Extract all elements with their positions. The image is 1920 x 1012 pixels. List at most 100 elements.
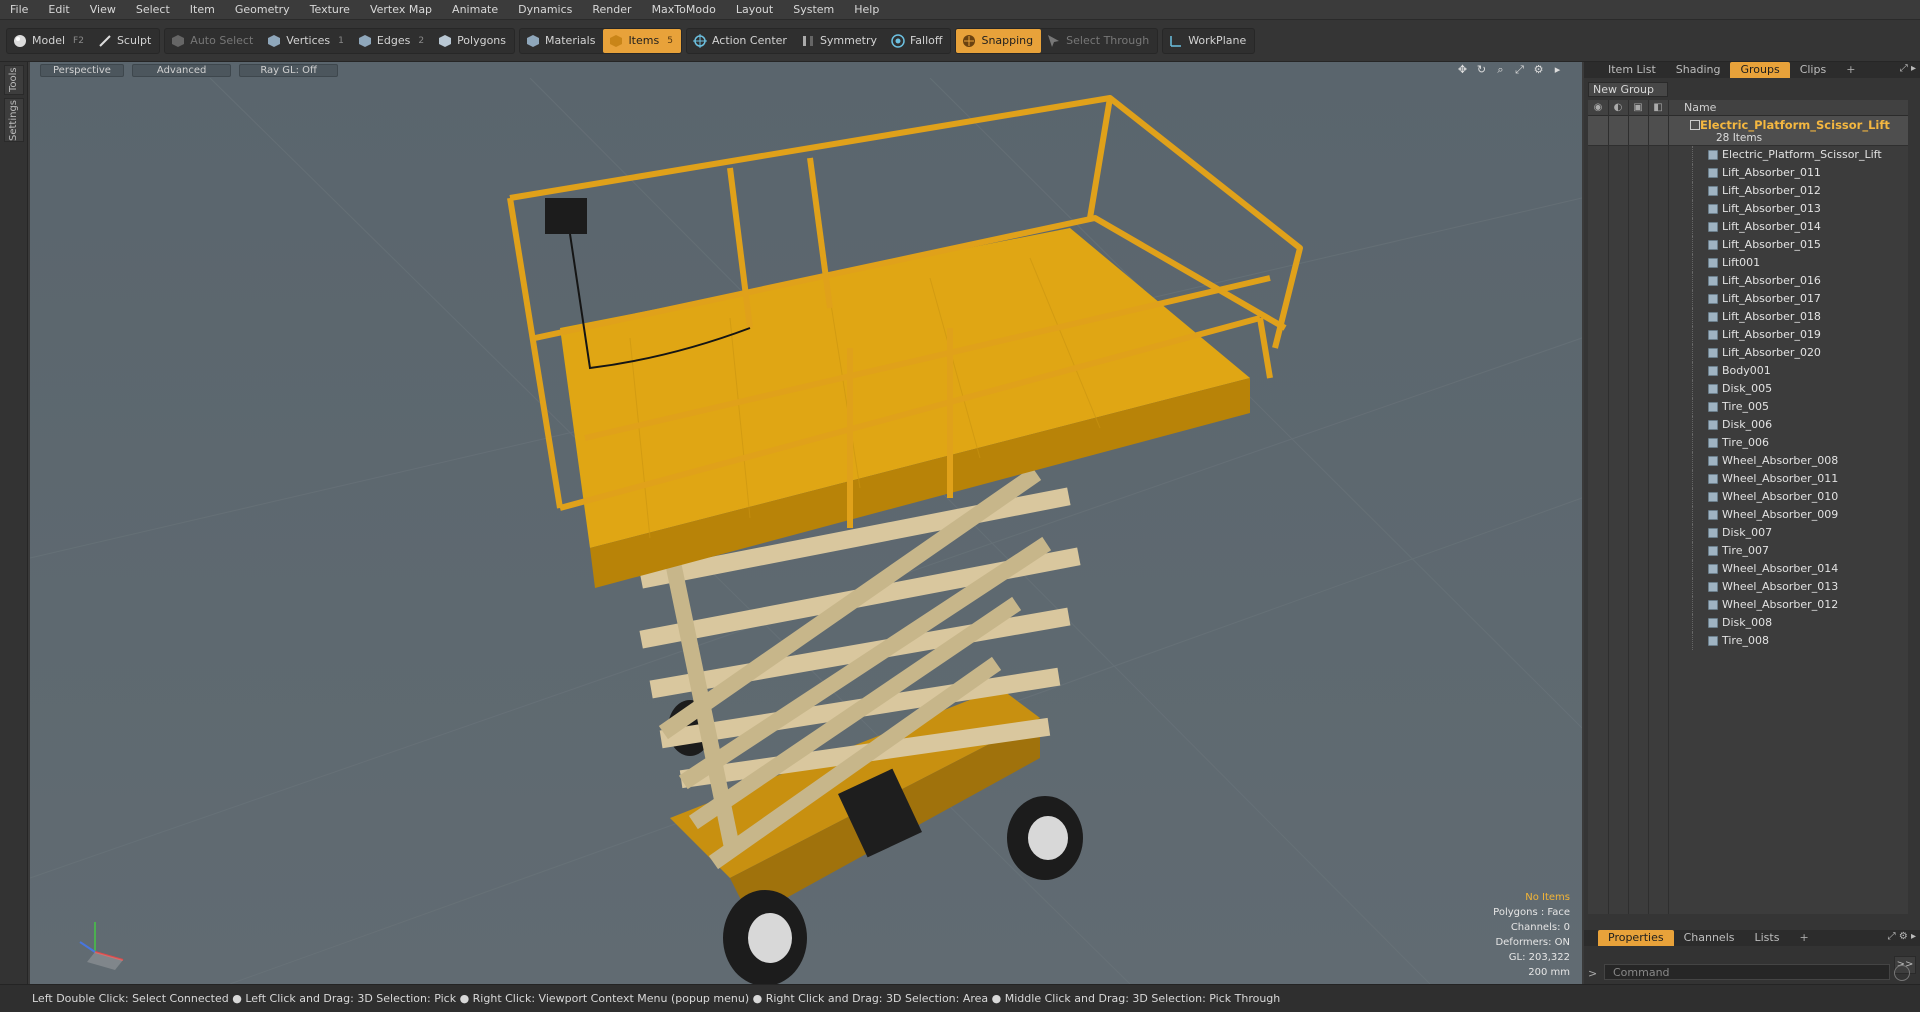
list-item[interactable]: Tire_008 xyxy=(1588,632,1908,650)
menu-maxtomodo[interactable]: MaxToModo xyxy=(642,0,726,20)
symmetry-button[interactable]: Symmetry xyxy=(795,29,885,53)
list-item[interactable]: Tire_005 xyxy=(1588,398,1908,416)
list-item[interactable]: Lift_Absorber_011 xyxy=(1588,164,1908,182)
menu-vertex-map[interactable]: Vertex Map xyxy=(360,0,442,20)
list-item[interactable]: Disk_007 xyxy=(1588,524,1908,542)
items-button[interactable]: Items 5 xyxy=(603,28,681,53)
lock-icon[interactable]: ▣ xyxy=(1628,102,1648,113)
mesh-icon xyxy=(1708,294,1718,304)
list-item[interactable]: Lift_Absorber_019 xyxy=(1588,326,1908,344)
add-tab-icon[interactable]: + xyxy=(1789,930,1818,946)
menu-render[interactable]: Render xyxy=(582,0,641,20)
tab-shading[interactable]: Shading xyxy=(1666,62,1731,78)
play-arrow-icon[interactable]: ▸ xyxy=(1551,63,1564,76)
list-item[interactable]: Wheel_Absorber_014 xyxy=(1588,560,1908,578)
menu-texture[interactable]: Texture xyxy=(300,0,360,20)
menu-view[interactable]: View xyxy=(80,0,126,20)
command-input[interactable]: Command xyxy=(1604,964,1890,980)
list-item[interactable]: Wheel_Absorber_013 xyxy=(1588,578,1908,596)
tab-groups[interactable]: Groups xyxy=(1730,62,1790,78)
menu-edit[interactable]: Edit xyxy=(38,0,79,20)
tab-ray-gl[interactable]: Ray GL: Off xyxy=(239,63,338,77)
list-item[interactable]: Wheel_Absorber_010 xyxy=(1588,488,1908,506)
action-center-button[interactable]: Action Center xyxy=(687,29,795,53)
new-group-button[interactable]: New Group xyxy=(1588,82,1668,97)
list-item[interactable]: Wheel_Absorber_008 xyxy=(1588,452,1908,470)
list-item[interactable]: Lift_Absorber_014 xyxy=(1588,218,1908,236)
list-item[interactable]: Body001 xyxy=(1588,362,1908,380)
list-item[interactable]: Wheel_Absorber_009 xyxy=(1588,506,1908,524)
command-record-icon[interactable] xyxy=(1894,965,1910,981)
selection-info: No Items xyxy=(1525,892,1570,903)
maximize-view-icon[interactable]: ⤢ xyxy=(1513,63,1526,76)
zoom-view-icon[interactable]: ⌕ xyxy=(1494,63,1507,76)
render-icon[interactable]: ◐ xyxy=(1608,102,1628,113)
gear-icon[interactable]: ⤢ ⚙ ▸ xyxy=(1888,931,1916,942)
tab-properties[interactable]: Properties xyxy=(1598,930,1674,946)
snapping-button[interactable]: Snapping xyxy=(956,28,1042,53)
menu-file[interactable]: File xyxy=(0,0,38,20)
list-item[interactable]: Disk_008 xyxy=(1588,614,1908,632)
tab-tools[interactable]: Tools xyxy=(3,65,24,95)
group-row[interactable]: Electric_Platform_Scissor_Lift 28 Items xyxy=(1588,116,1908,146)
menu-item[interactable]: Item xyxy=(180,0,225,20)
items-label: Items xyxy=(628,34,660,47)
vertices-button[interactable]: Vertices 1 xyxy=(261,29,352,53)
tab-lists[interactable]: Lists xyxy=(1745,930,1790,946)
list-item[interactable]: Lift_Absorber_012 xyxy=(1588,182,1908,200)
gear-icon[interactable]: ⚙ xyxy=(1532,63,1545,76)
tab-settings[interactable]: Settings xyxy=(3,98,24,142)
tree-line xyxy=(1692,254,1702,272)
list-item[interactable]: Lift_Absorber_015 xyxy=(1588,236,1908,254)
model-shortcut: F2 xyxy=(73,35,84,46)
tab-clips[interactable]: Clips xyxy=(1790,62,1837,78)
model-button[interactable]: Model F2 xyxy=(7,29,92,53)
tree-line xyxy=(1692,596,1702,614)
materials-button[interactable]: Materials xyxy=(520,29,603,53)
list-item[interactable]: Lift_Absorber_013 xyxy=(1588,200,1908,218)
falloff-button[interactable]: Falloff xyxy=(885,29,950,53)
list-item[interactable]: Disk_006 xyxy=(1588,416,1908,434)
scissor-lift-model[interactable] xyxy=(30,78,1582,984)
auto-select-button[interactable]: Auto Select xyxy=(165,29,261,53)
tab-advanced[interactable]: Advanced xyxy=(131,63,232,77)
add-tab-icon[interactable]: + xyxy=(1836,62,1865,78)
panel-expand-icon[interactable]: ⤢ ▸ xyxy=(1900,63,1916,74)
3d-viewport[interactable]: Perspective Advanced Ray GL: Off ✥ ↻ ⌕ ⤢… xyxy=(30,62,1582,984)
mesh-icon xyxy=(1708,438,1718,448)
menu-system[interactable]: System xyxy=(783,0,844,20)
list-item[interactable]: Tire_007 xyxy=(1588,542,1908,560)
list-item[interactable]: Wheel_Absorber_012 xyxy=(1588,596,1908,614)
menu-dynamics[interactable]: Dynamics xyxy=(508,0,582,20)
list-item[interactable]: Lift_Absorber_020 xyxy=(1588,344,1908,362)
menu-help[interactable]: Help xyxy=(844,0,889,20)
workplane-button[interactable]: WorkPlane xyxy=(1163,29,1254,53)
tab-channels[interactable]: Channels xyxy=(1674,930,1745,946)
edges-button[interactable]: Edges 2 xyxy=(352,29,432,53)
list-item[interactable]: Tire_006 xyxy=(1588,434,1908,452)
tab-perspective[interactable]: Perspective xyxy=(40,63,124,77)
mesh-icon xyxy=(1708,402,1718,412)
list-item[interactable]: Lift_Absorber_017 xyxy=(1588,290,1908,308)
sculpt-button[interactable]: Sculpt xyxy=(92,29,159,53)
menu-select[interactable]: Select xyxy=(126,0,180,20)
list-item[interactable]: Wheel_Absorber_011 xyxy=(1588,470,1908,488)
snapping-label: Snapping xyxy=(981,34,1034,47)
move-view-icon[interactable]: ✥ xyxy=(1456,63,1469,76)
select-icon[interactable]: ◧ xyxy=(1648,102,1668,113)
list-item[interactable]: Lift001 xyxy=(1588,254,1908,272)
list-item[interactable]: Electric_Platform_Scissor_Lift xyxy=(1588,146,1908,164)
menu-layout[interactable]: Layout xyxy=(726,0,783,20)
rotate-view-icon[interactable]: ↻ xyxy=(1475,63,1488,76)
list-item[interactable]: Disk_005 xyxy=(1588,380,1908,398)
select-through-button[interactable]: Select Through xyxy=(1041,29,1157,53)
list-item[interactable]: Lift_Absorber_018 xyxy=(1588,308,1908,326)
list-item[interactable]: Lift_Absorber_016 xyxy=(1588,272,1908,290)
tab-item-list[interactable]: Item List xyxy=(1598,62,1666,78)
polygons-button[interactable]: Polygons xyxy=(432,29,514,53)
eye-icon[interactable]: ◉ xyxy=(1588,102,1608,113)
select-through-label: Select Through xyxy=(1066,34,1150,47)
menu-geometry[interactable]: Geometry xyxy=(225,0,300,20)
menu-animate[interactable]: Animate xyxy=(442,0,508,20)
mesh-icon xyxy=(1708,276,1718,286)
